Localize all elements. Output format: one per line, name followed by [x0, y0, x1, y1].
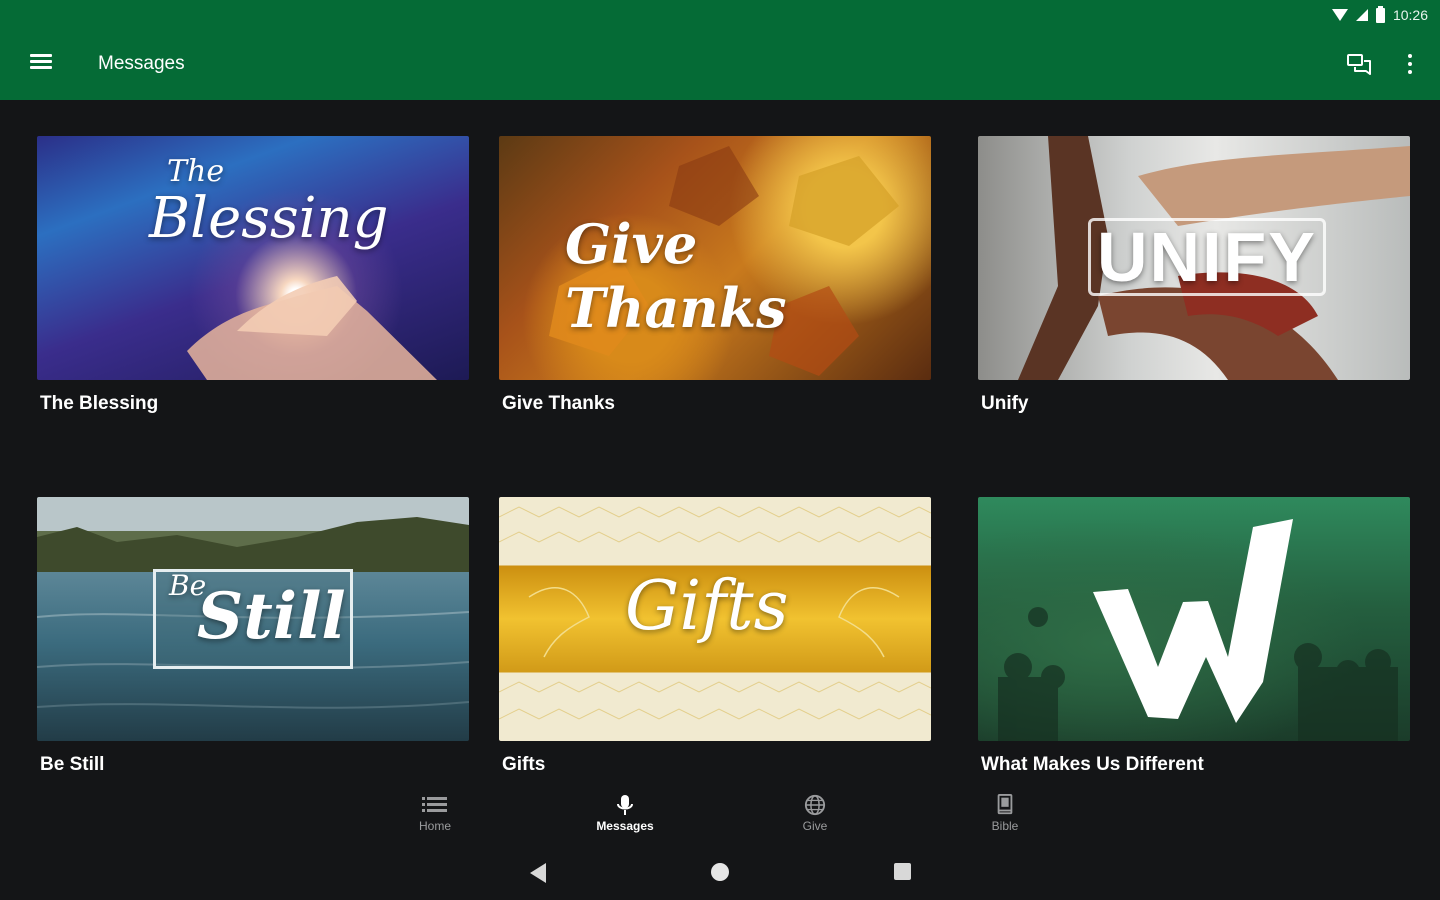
- message-card[interactable]: UNIFY Unify: [978, 136, 1410, 415]
- list-icon: [422, 797, 447, 812]
- art-text: UNIFY: [1088, 218, 1326, 296]
- message-card[interactable]: Give Thanks Give Thanks: [499, 136, 931, 415]
- art-text: Gifts: [625, 567, 789, 646]
- bottom-navigation: Home Messages Give Bible: [0, 790, 1440, 846]
- nav-item-give[interactable]: Give: [770, 794, 860, 833]
- battery-icon: [1375, 5, 1385, 23]
- message-title: The Blessing: [40, 393, 159, 414]
- art-text: Give Thanks: [565, 212, 787, 340]
- message-thumbnail: Be Still: [37, 497, 469, 741]
- message-thumbnail: The Blessing: [37, 136, 469, 380]
- more-options-icon[interactable]: [1404, 52, 1416, 76]
- message-card[interactable]: The Blessing The Blessing: [37, 136, 469, 415]
- wifi-icon: [1331, 9, 1348, 21]
- menu-icon[interactable]: [30, 54, 52, 72]
- back-icon[interactable]: [530, 863, 546, 883]
- messages-grid: The Blessing The Blessing Give Thanks Gi…: [0, 100, 1440, 790]
- message-card[interactable]: Gifts Gifts: [499, 497, 931, 776]
- nav-label: Home: [418, 819, 451, 833]
- art-text-small: The: [167, 154, 225, 189]
- message-thumbnail: [978, 497, 1410, 741]
- nav-item-bible[interactable]: Bible: [960, 794, 1050, 833]
- nav-label: Messages: [596, 819, 654, 833]
- nav-label: Give: [802, 819, 828, 833]
- nav-label: Bible: [991, 819, 1019, 833]
- page-title: Messages: [98, 53, 185, 74]
- message-card[interactable]: What Makes Us Different: [978, 497, 1410, 776]
- message-title: Gifts: [502, 754, 546, 775]
- status-time: 10:26: [1392, 7, 1428, 23]
- cell-signal-icon: [1355, 9, 1368, 21]
- nav-item-messages[interactable]: Messages: [580, 794, 670, 833]
- recents-icon[interactable]: [894, 863, 911, 880]
- globe-icon: [804, 794, 826, 816]
- book-icon: [997, 794, 1013, 815]
- message-title: Unify: [981, 393, 1029, 414]
- message-thumbnail: Gifts: [499, 497, 931, 741]
- chat-icon[interactable]: [1346, 52, 1372, 76]
- message-title: Give Thanks: [502, 393, 615, 414]
- message-title: What Makes Us Different: [981, 754, 1204, 775]
- art-text-large: Still: [197, 579, 346, 654]
- message-thumbnail: Give Thanks: [499, 136, 931, 380]
- nav-item-home[interactable]: Home: [390, 794, 480, 833]
- message-title: Be Still: [40, 754, 105, 775]
- home-icon[interactable]: [711, 863, 729, 881]
- system-navigation-bar: [0, 846, 1440, 900]
- app-bar: 10:26 Messages: [0, 0, 1440, 100]
- message-thumbnail: UNIFY: [978, 136, 1410, 380]
- microphone-icon: [617, 795, 633, 815]
- status-bar: 10:26: [1331, 4, 1428, 26]
- art-text-large: Blessing: [149, 186, 389, 251]
- message-card[interactable]: Be Still Be Still: [37, 497, 469, 776]
